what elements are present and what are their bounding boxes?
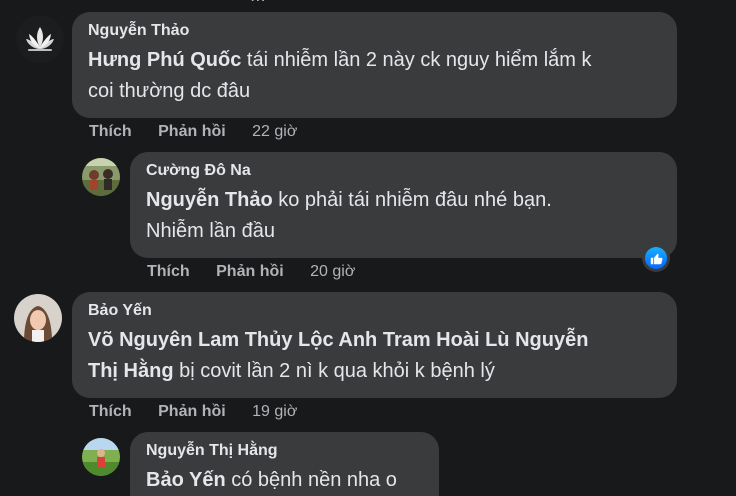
avatar-photo [82, 158, 120, 196]
comment-bubble-3: Bảo Yến Võ Nguyên Lam Thủy Lộc Anh Tram … [72, 292, 677, 398]
mention-link-cont[interactable]: Thị Hằng [88, 360, 174, 382]
comment-text: Bảo Yến có bệnh nền nha o [146, 465, 425, 496]
comment-text-line1: tái nhiễm lần 2 này ck nguy hiểm lắm k [241, 49, 592, 71]
like-reaction-badge[interactable] [642, 244, 670, 272]
comment-time[interactable]: 22 giờ [252, 123, 297, 140]
reply-button[interactable]: Phản hồi [216, 263, 284, 280]
avatar-nguyen-thi-hang[interactable] [82, 438, 120, 476]
avatar-photo [82, 438, 120, 476]
comment-author[interactable]: Nguyễn Thảo [88, 21, 663, 41]
comment-author[interactable]: Nguyễn Thị Hằng [146, 441, 425, 461]
comment-text-line2: bị covit lần 2 nì k qua khỏi k bệnh lý [173, 360, 495, 382]
lotus-icon [16, 15, 64, 63]
like-button[interactable]: Thích [147, 263, 190, 280]
comment-bubble-1: Nguyễn Thảo Hưng Phú Quốc tái nhiễm lần … [72, 12, 677, 118]
comment-actions-3: Thích Phản hồi 19 giờ [89, 402, 297, 422]
mention-link[interactable]: Bảo Yến [146, 469, 226, 491]
mention-link[interactable]: Hưng Phú Quốc [88, 49, 241, 71]
comment-thread: ⋯ Nguyễn Thảo Hưng Phú Quốc tái nhiễm lầ… [0, 0, 736, 496]
comment-actions-1: Thích Phản hồi 22 giờ [89, 122, 297, 142]
reply-button[interactable]: Phản hồi [158, 403, 226, 420]
thumbs-up-icon [645, 247, 667, 269]
avatar-photo [14, 294, 62, 342]
like-button[interactable]: Thích [89, 123, 132, 140]
avatar-nguyen-thao[interactable] [16, 15, 64, 63]
previous-actions-fragment: ⋯ [250, 0, 266, 9]
mention-link[interactable]: Nguyễn Thảo [146, 189, 273, 211]
comment-text-line1: ko phải tái nhiễm đâu nhé bạn. [272, 189, 552, 211]
comment-time[interactable]: 20 giờ [310, 263, 355, 280]
comment-text-line2: coi thường dc đâu [88, 80, 251, 102]
comment-text-line2: Nhiễm lần đầu [146, 220, 275, 242]
mention-link[interactable]: Võ Nguyên Lam Thủy Lộc Anh Tram Hoài Lù … [88, 329, 588, 351]
comment-text: Nguyễn Thảo ko phải tái nhiễm đâu nhé bạ… [146, 185, 663, 247]
like-button[interactable]: Thích [89, 403, 132, 420]
avatar-bao-yen[interactable] [14, 294, 62, 342]
reply-button[interactable]: Phản hồi [158, 123, 226, 140]
comment-time[interactable]: 19 giờ [252, 403, 297, 420]
comment-text-line1: có bệnh nền nha o [225, 469, 397, 491]
comment-bubble-4: Nguyễn Thị Hằng Bảo Yến có bệnh nền nha … [130, 432, 439, 496]
comment-author[interactable]: Bảo Yến [88, 301, 663, 321]
comment-actions-2: Thích Phản hồi 20 giờ [147, 262, 355, 282]
comment-bubble-2: Cường Đô Na Nguyễn Thảo ko phải tái nhiễ… [130, 152, 677, 258]
comment-author[interactable]: Cường Đô Na [146, 161, 663, 181]
comment-text: Hưng Phú Quốc tái nhiễm lần 2 này ck ngu… [88, 45, 663, 107]
comment-text: Võ Nguyên Lam Thủy Lộc Anh Tram Hoài Lù … [88, 325, 663, 387]
avatar-cuong-do-na[interactable] [82, 158, 120, 196]
